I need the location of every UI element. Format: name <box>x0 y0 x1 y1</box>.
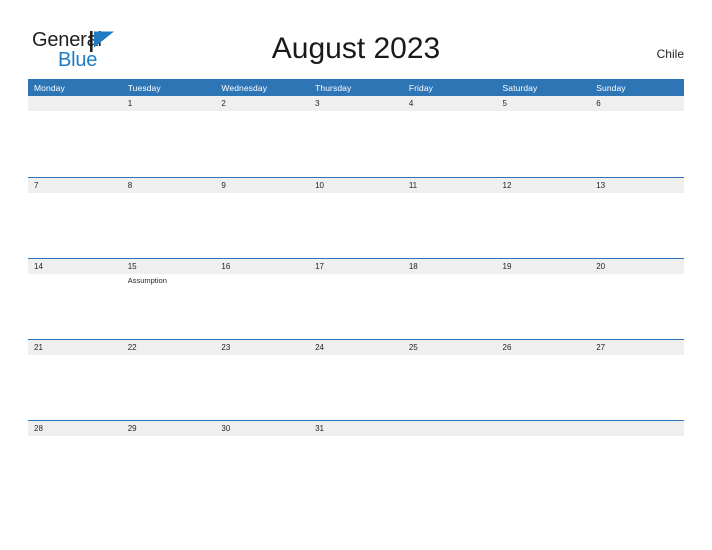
day-number-22[interactable]: 22 <box>122 340 216 355</box>
day-number-16[interactable]: 16 <box>215 259 309 274</box>
day-event-empty <box>28 193 122 258</box>
page-title: August 2023 <box>271 32 441 65</box>
day-event-empty <box>403 111 497 176</box>
day-event-empty <box>590 436 684 501</box>
day-number-9[interactable]: 9 <box>215 178 309 193</box>
weekday-header-thursday: Thursday <box>315 82 352 93</box>
week-event-strip <box>28 193 684 258</box>
day-event-empty <box>215 436 309 501</box>
day-number-empty <box>403 421 497 436</box>
day-event-empty <box>590 111 684 176</box>
day-event-empty <box>122 193 216 258</box>
day-event-empty <box>122 111 216 176</box>
week-date-strip: 14 15 16 17 18 19 20 <box>28 259 684 274</box>
day-event-empty <box>215 274 309 339</box>
day-number-26[interactable]: 26 <box>497 340 591 355</box>
day-number-empty <box>590 421 684 436</box>
day-number-21[interactable]: 21 <box>28 340 122 355</box>
day-number-5[interactable]: 5 <box>497 96 591 111</box>
week-event-strip: Assumption <box>28 274 684 339</box>
day-event-15[interactable]: Assumption <box>122 274 216 339</box>
day-event-empty <box>215 111 309 176</box>
day-number-15[interactable]: 15 <box>122 259 216 274</box>
day-event-empty <box>28 436 122 501</box>
day-event-empty <box>497 193 591 258</box>
calendar-page: General Blue August 2023 Chile Monday Tue… <box>0 0 712 550</box>
weekday-header-row: Monday Tuesday Wednesday Thursday Friday Satu… <box>28 79 684 96</box>
calendar-week-row: 7 8 9 10 11 12 13 <box>28 177 684 258</box>
day-event-empty <box>215 193 309 258</box>
week-date-strip: 123456 <box>28 96 684 111</box>
day-number-23[interactable]: 23 <box>215 340 309 355</box>
weekday-header-sunday: Sunday <box>596 82 626 93</box>
day-number-1[interactable]: 1 <box>122 96 216 111</box>
day-number-12[interactable]: 12 <box>497 178 591 193</box>
day-event-empty <box>309 436 403 501</box>
day-number-27[interactable]: 27 <box>590 340 684 355</box>
day-event-empty <box>122 355 216 420</box>
weekday-header-tuesday: Tuesday <box>127 82 161 93</box>
day-number-7[interactable]: 7 <box>28 178 122 193</box>
day-number-3[interactable]: 3 <box>309 96 403 111</box>
day-event-empty <box>309 111 403 176</box>
day-event-empty <box>309 193 403 258</box>
day-number-24[interactable]: 24 <box>309 340 403 355</box>
week-event-strip <box>28 436 684 501</box>
day-event-empty <box>403 274 497 339</box>
day-number-4[interactable]: 4 <box>403 96 497 111</box>
day-event-empty <box>403 193 497 258</box>
day-number-13[interactable]: 13 <box>590 178 684 193</box>
day-number-18[interactable]: 18 <box>403 259 497 274</box>
day-event-empty <box>590 193 684 258</box>
day-event-empty <box>28 355 122 420</box>
calendar-week-row: 123456 <box>28 96 684 177</box>
day-event-empty <box>309 355 403 420</box>
day-number-17[interactable]: 17 <box>309 259 403 274</box>
day-event-empty <box>309 274 403 339</box>
calendar-week-row: 21 22 23 24 25 26 27 <box>28 339 684 420</box>
day-number-25[interactable]: 25 <box>403 340 497 355</box>
weekday-header-friday: Friday <box>408 82 434 93</box>
week-event-strip <box>28 355 684 420</box>
country-label: Chile <box>656 47 684 61</box>
calendar-weeks: 1 2 3 4 5 6 7 8 9 10 11 12 13 14 15 16 17 18 19 20 Assumptio… <box>28 96 684 501</box>
day-event-empty <box>497 111 591 176</box>
week-event-strip <box>28 111 684 176</box>
day-number-29[interactable]: 29 <box>122 421 216 436</box>
week-date-strip: 28 29 30 31 <box>28 421 684 436</box>
week-date-strip: 7 8 9 10 11 12 13 <box>28 178 684 193</box>
weekday-header-monday: Monday <box>34 82 65 93</box>
calendar-week-row: 14 15 16 17 18 19 20 Assumption <box>28 258 684 339</box>
day-number-empty <box>497 421 591 436</box>
day-number-31[interactable]: 31 <box>309 421 403 436</box>
day-event-empty <box>497 274 591 339</box>
calendar-grid: Monday Tuesday Wednesday Thursday Friday Satu… <box>28 79 684 501</box>
day-event-empty <box>590 274 684 339</box>
day-number-19[interactable]: 19 <box>497 259 591 274</box>
day-event-empty <box>403 355 497 420</box>
day-event-empty <box>215 355 309 420</box>
day-number-20[interactable]: 20 <box>590 259 684 274</box>
day-number-empty <box>28 96 122 111</box>
day-number-2[interactable]: 2 <box>215 96 309 111</box>
day-event-empty <box>403 436 497 501</box>
day-number-30[interactable]: 30 <box>215 421 309 436</box>
day-event-empty <box>590 355 684 420</box>
day-number-6[interactable]: 6 <box>590 96 684 111</box>
weekday-header-saturday: Saturday <box>502 82 538 93</box>
day-number-10[interactable]: 10 <box>309 178 403 193</box>
week-date-strip: 21 22 23 24 25 26 27 <box>28 340 684 355</box>
calendar-week-row: 28 29 30 31 <box>28 420 684 501</box>
day-number-11[interactable]: 11 <box>403 178 497 193</box>
day-event-empty <box>497 355 591 420</box>
day-number-28[interactable]: 28 <box>28 421 122 436</box>
weekday-header-wednesday: Wednesday <box>221 82 268 93</box>
day-number-14[interactable]: 14 <box>28 259 122 274</box>
day-event-empty <box>122 436 216 501</box>
day-event-empty <box>497 436 591 501</box>
day-event-empty <box>28 274 122 339</box>
day-event-empty <box>28 111 122 176</box>
page-header: General Blue August 2023 Chile <box>0 0 712 78</box>
day-number-8[interactable]: 8 <box>122 178 216 193</box>
